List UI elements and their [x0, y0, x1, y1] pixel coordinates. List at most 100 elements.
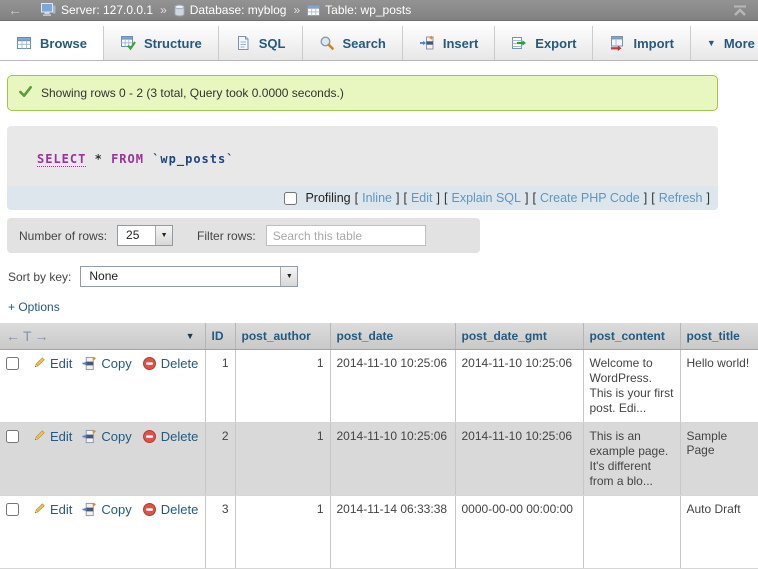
column-header-post-content[interactable]: post_content	[583, 323, 680, 350]
success-check-icon	[18, 84, 33, 102]
sql-query-box: SELECT * FROM `wp_posts` Profiling [ Inl…	[7, 126, 718, 210]
column-marker-icons[interactable]: ←T→	[6, 328, 52, 344]
browse-icon	[16, 35, 32, 51]
bracket: ]	[707, 191, 710, 205]
header-dropdown-icon[interactable]: ▼	[186, 331, 195, 341]
column-header-post-author[interactable]: post_author	[235, 323, 330, 350]
sort-by-key-select[interactable]: None ▼	[80, 266, 298, 287]
select-dropdown-arrow-icon: ▼	[280, 267, 297, 286]
copy-label: Copy	[101, 356, 131, 371]
explain-sql-link[interactable]: Explain SQL	[451, 191, 520, 205]
bracket: ]	[644, 191, 647, 205]
cell-post-content: This is an example page. It's different …	[583, 423, 680, 496]
inline-link[interactable]: Inline	[362, 191, 392, 205]
row-actions-cell: Edit Copy Delete	[0, 496, 205, 569]
cell-post-title: Auto Draft	[680, 496, 758, 569]
cell-id: 2	[205, 423, 235, 496]
refresh-link[interactable]: Refresh	[659, 191, 703, 205]
tab-export[interactable]: Export	[495, 26, 593, 60]
tab-structure-label: Structure	[144, 36, 202, 51]
cell-id: 3	[205, 496, 235, 569]
delete-row-link[interactable]: Delete	[142, 356, 199, 371]
table-row: Edit Copy Delete 3 1 2014-11-14 06:33:38…	[0, 496, 758, 569]
import-icon	[609, 35, 625, 51]
options-toggle[interactable]: + Options	[8, 300, 60, 314]
breadcrumb-server[interactable]: Server: 127.0.0.1	[61, 3, 153, 17]
bracket: [	[444, 191, 447, 205]
cell-post-content: Welcome to WordPress. This is your first…	[583, 350, 680, 423]
tab-import[interactable]: Import	[593, 26, 690, 60]
rows-per-page-select[interactable]: 25 ▼	[117, 225, 173, 246]
edit-query-link[interactable]: Edit	[411, 191, 433, 205]
sql-star: *	[95, 152, 103, 166]
cell-post-author: 1	[235, 496, 330, 569]
edit-row-link[interactable]: Edit	[31, 429, 72, 444]
menu-collapse-arrow[interactable]: ←	[8, 2, 22, 18]
delete-row-link[interactable]: Delete	[142, 502, 199, 517]
cell-post-date-gmt: 0000-00-00 00:00:00	[455, 496, 583, 569]
edit-row-link[interactable]: Edit	[31, 356, 72, 371]
tab-search[interactable]: Search	[303, 26, 403, 60]
cell-post-date: 2014-11-14 06:33:38	[330, 496, 455, 569]
tab-insert-label: Insert	[443, 36, 478, 51]
profiling-checkbox[interactable]	[284, 192, 297, 205]
edit-label: Edit	[50, 356, 72, 371]
tab-import-label: Import	[633, 36, 673, 51]
tab-sql[interactable]: SQL	[219, 26, 303, 60]
server-icon	[41, 3, 56, 17]
results-table: ←T→ ▼ ID post_author post_date post_date…	[0, 323, 758, 569]
bracket: [	[651, 191, 654, 205]
filter-rows-label: Filter rows:	[197, 229, 256, 243]
copy-icon	[82, 502, 97, 517]
delete-icon	[142, 356, 157, 371]
cell-post-author: 1	[235, 350, 330, 423]
breadcrumb-database[interactable]: Database: myblog	[190, 3, 287, 17]
copy-row-link[interactable]: Copy	[82, 502, 131, 517]
tab-bar: Browse Structure SQL Search Insert Expor…	[0, 26, 758, 61]
scroll-top-icon[interactable]	[732, 4, 748, 17]
column-header-post-title[interactable]: post_title	[680, 323, 758, 350]
tab-more[interactable]: ▼ More	[691, 26, 758, 60]
bracket: [	[532, 191, 535, 205]
tab-browse-label: Browse	[40, 36, 87, 51]
tab-browse[interactable]: Browse	[0, 26, 104, 60]
cell-id: 1	[205, 350, 235, 423]
sql-keyword-select[interactable]: SELECT	[37, 152, 86, 167]
breadcrumb-table[interactable]: Table: wp_posts	[325, 3, 411, 17]
bracket: [	[403, 191, 406, 205]
cell-post-author: 1	[235, 423, 330, 496]
create-php-code-link[interactable]: Create PHP Code	[540, 191, 640, 205]
row-checkbox[interactable]	[6, 430, 19, 443]
delete-row-link[interactable]: Delete	[142, 429, 199, 444]
tab-more-label: More	[724, 36, 755, 51]
bracket: ]	[525, 191, 528, 205]
pencil-icon	[31, 502, 46, 517]
copy-row-link[interactable]: Copy	[82, 429, 131, 444]
table-row: Edit Copy Delete 2 1 2014-11-10 10:25:06…	[0, 423, 758, 496]
breadcrumb-separator-2: »	[293, 3, 300, 17]
delete-label: Delete	[161, 429, 199, 444]
table-header-row: ←T→ ▼ ID post_author post_date post_date…	[0, 323, 758, 350]
bracket: ]	[437, 191, 440, 205]
breadcrumb-separator: »	[160, 3, 167, 17]
actions-column-header: ←T→ ▼	[0, 323, 205, 350]
number-of-rows-label: Number of rows:	[19, 229, 107, 243]
tab-structure[interactable]: Structure	[104, 26, 219, 60]
success-message-text: Showing rows 0 - 2 (3 total, Query took …	[41, 86, 344, 100]
column-header-id[interactable]: ID	[205, 323, 235, 350]
row-checkbox[interactable]	[6, 357, 19, 370]
row-checkbox[interactable]	[6, 503, 19, 516]
column-header-post-date[interactable]: post_date	[330, 323, 455, 350]
edit-row-link[interactable]: Edit	[31, 502, 72, 517]
edit-label: Edit	[50, 429, 72, 444]
copy-row-link[interactable]: Copy	[82, 356, 131, 371]
cell-post-date-gmt: 2014-11-10 10:25:06	[455, 350, 583, 423]
select-dropdown-arrow-icon: ▼	[155, 226, 172, 245]
column-header-post-date-gmt[interactable]: post_date_gmt	[455, 323, 583, 350]
table-filter-input[interactable]	[266, 225, 426, 246]
cell-post-date: 2014-11-10 10:25:06	[330, 350, 455, 423]
sql-query-text: SELECT * FROM `wp_posts`	[7, 126, 718, 186]
tab-insert[interactable]: Insert	[403, 26, 495, 60]
search-icon	[319, 35, 335, 51]
cell-post-content	[583, 496, 680, 569]
